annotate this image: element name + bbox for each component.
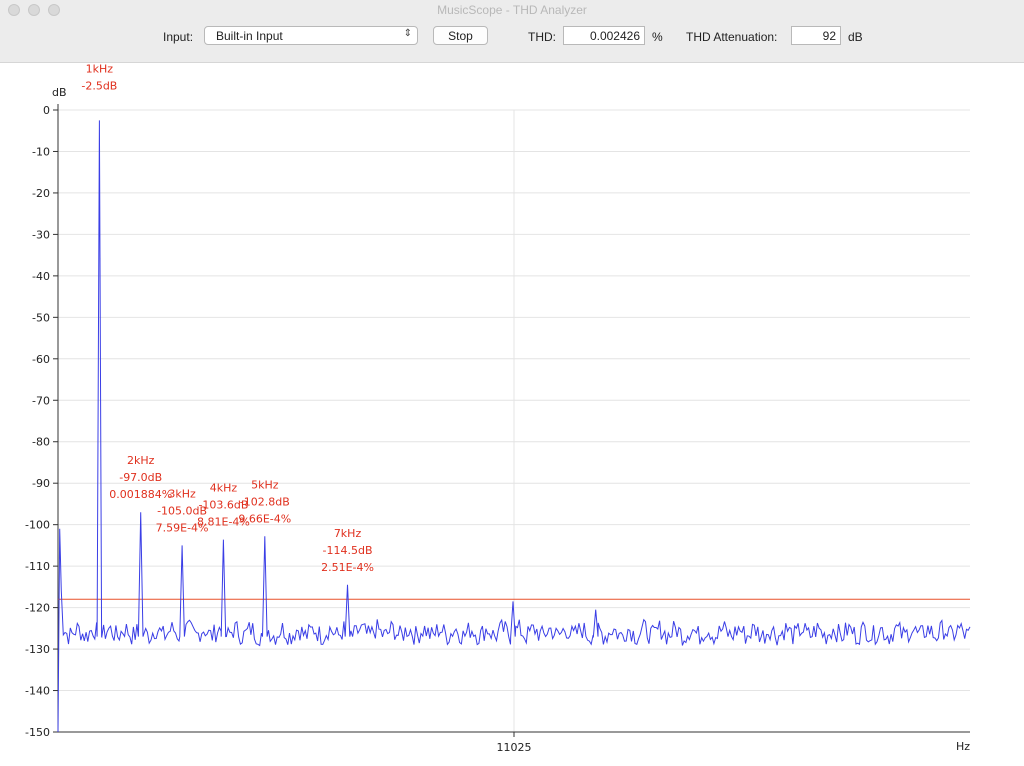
annotation-1kHz: 1kHz -2.5dB: [81, 62, 117, 92]
annotation-level: -2.5dB: [81, 79, 117, 92]
y-tick-label: -100: [25, 519, 50, 532]
y-tick-label: -150: [25, 726, 50, 739]
annotation-percent: 9.66E-4%: [238, 512, 291, 525]
chevron-updown-icon: ⇕: [403, 28, 412, 39]
annotation-level: -114.5dB: [323, 544, 373, 557]
annotation-frequency: 5kHz: [251, 478, 279, 491]
x-axis-label: Hz: [956, 740, 970, 753]
y-tick-label: -120: [25, 602, 50, 615]
y-tick-label: -30: [32, 228, 50, 241]
thd-field[interactable]: 0.002426: [563, 26, 645, 45]
thd-label: THD:: [528, 30, 556, 44]
input-label: Input:: [163, 30, 194, 44]
annotation-percent: 2.51E-4%: [321, 561, 374, 574]
annotation-frequency: 2kHz: [127, 454, 155, 467]
annotation-frequency: 7kHz: [334, 527, 362, 540]
annotation-frequency: 1kHz: [86, 62, 114, 75]
annotation-frequency: 4kHz: [210, 482, 238, 495]
toolbar: Input: Built-in Input ⇕ Stop THD: 0.0024…: [0, 24, 1024, 50]
thd-unit: %: [652, 30, 663, 44]
y-tick-label: -60: [32, 353, 50, 366]
window-chrome: MusicScope - THD Analyzer Input: Built-i…: [0, 0, 1024, 63]
y-tick-label: -130: [25, 643, 50, 656]
y-axis-label: dB: [52, 86, 67, 99]
grid: [58, 109, 970, 732]
annotation-2kHz: 2kHz -97.0dB 0.001884%: [109, 454, 172, 501]
y-tick-label: -90: [32, 477, 50, 490]
y-tick-label: -110: [25, 560, 50, 573]
annotation-7kHz: 7kHz -114.5dB 2.51E-4%: [321, 527, 374, 574]
annotation-level: -97.0dB: [119, 471, 162, 484]
attenuation-field[interactable]: 92: [791, 26, 841, 45]
x-tick-label: 11025: [497, 741, 532, 754]
window-title: MusicScope - THD Analyzer: [437, 3, 587, 17]
y-tick-label: 0: [43, 104, 50, 117]
attenuation-unit: dB: [848, 30, 863, 44]
y-tick-label: -40: [32, 270, 50, 283]
input-select-value: Built-in Input: [216, 29, 283, 43]
stop-button[interactable]: Stop: [433, 26, 488, 45]
y-tick-label: -70: [32, 394, 50, 407]
annotation-level: -102.8dB: [240, 495, 290, 508]
titlebar: MusicScope - THD Analyzer: [0, 0, 1024, 20]
y-tick-label: -50: [32, 311, 50, 324]
annotation-frequency: 3kHz: [168, 487, 196, 500]
input-select[interactable]: Built-in Input ⇕: [204, 26, 418, 45]
harmonic-annotations: 1kHz-2.5dB2kHz-97.0dB0.001884%3kHz-105.0…: [81, 62, 374, 573]
y-tick-label: -140: [25, 685, 50, 698]
annotation-percent: 0.001884%: [109, 488, 172, 501]
annotation-5kHz: 5kHz -102.8dB 9.66E-4%: [238, 478, 291, 525]
attenuation-label: THD Attenuation:: [686, 30, 778, 44]
y-tick-label: -10: [32, 145, 50, 158]
y-tick-label: -20: [32, 187, 50, 200]
axes: 0 -10 -20 -30 -40 -50 -60 -70 -80 -90 -100 -110 -120…: [25, 104, 970, 754]
spectrum-chart: 0 -10 -20 -30 -40 -50 -60 -70 -80 -90 -100 -110 -120…: [25, 62, 971, 754]
y-tick-label: -80: [32, 436, 50, 449]
